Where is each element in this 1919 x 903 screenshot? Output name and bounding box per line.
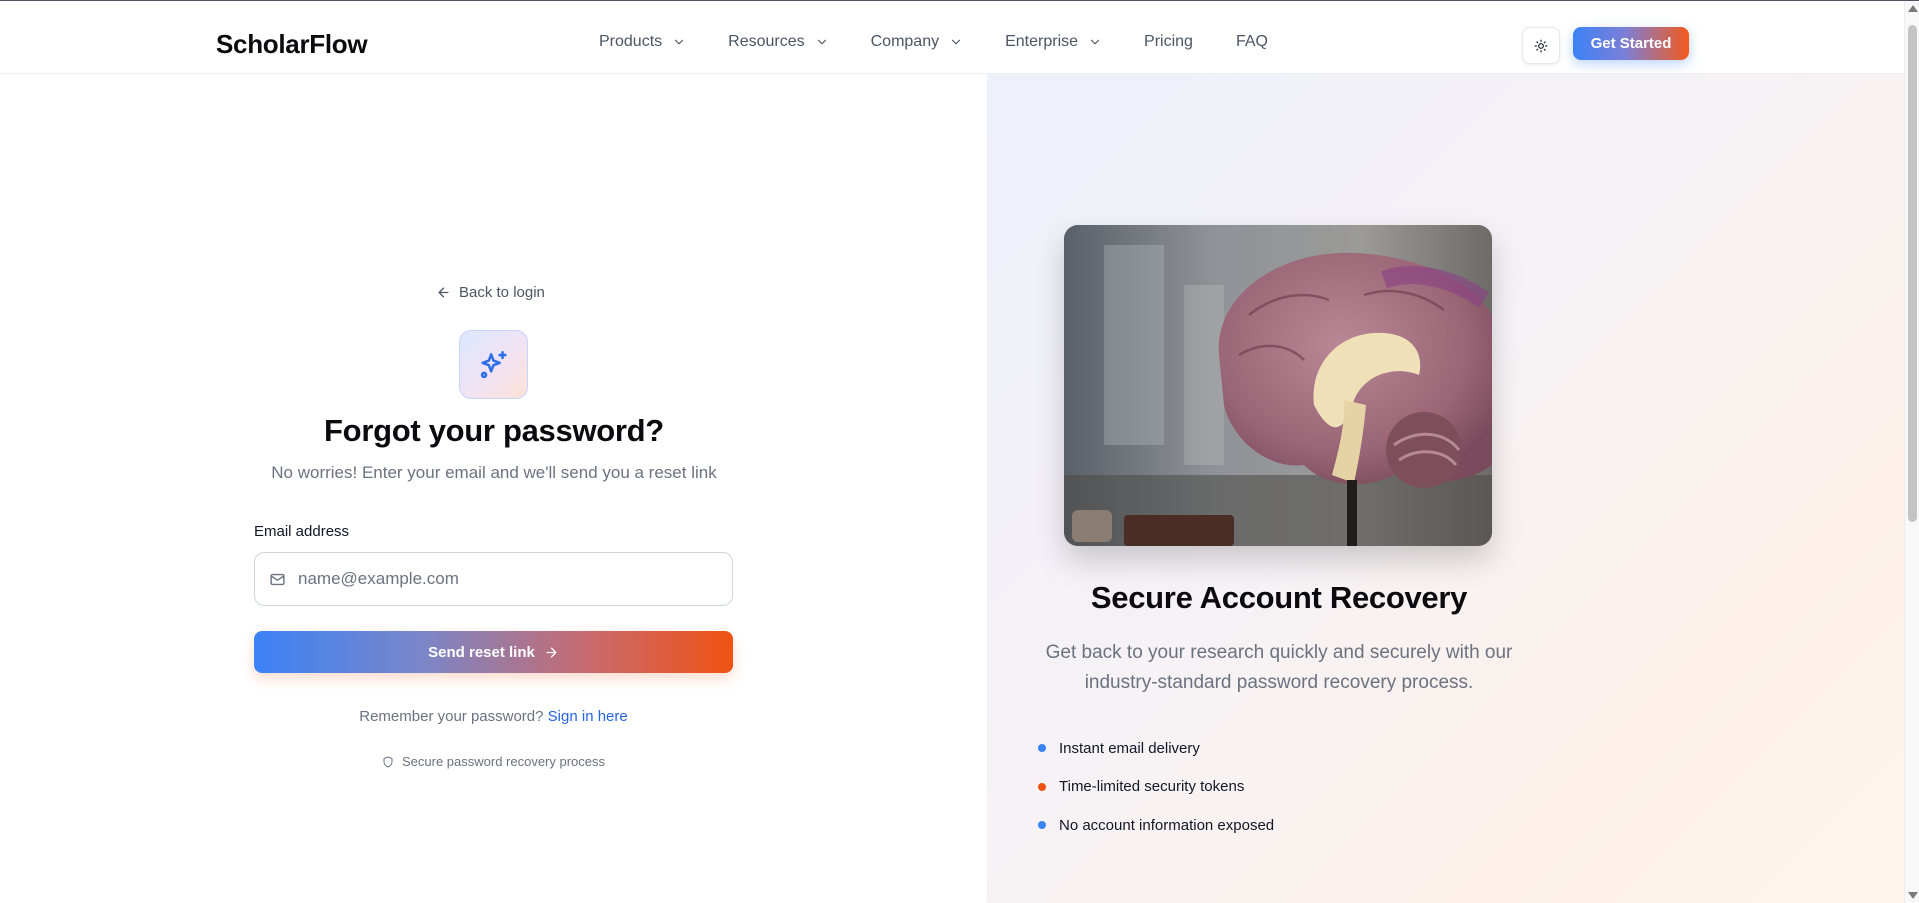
chevron-down-icon <box>1090 39 1100 45</box>
site-header: ScholarFlow Products Resources Company E… <box>0 1 1904 74</box>
remember-password-text: Remember your password? Sign in here <box>254 708 733 725</box>
nav-item-label: Resources <box>728 33 805 50</box>
hero-description: Get back to your research quickly and se… <box>1045 642 1513 693</box>
bullet-dot <box>1038 744 1046 753</box>
list-item: Time-limited security tokens <box>1038 768 1274 807</box>
feature-label: No account information exposed <box>1059 816 1275 834</box>
nav-item-faq[interactable]: FAQ <box>1236 33 1268 51</box>
arrow-left-icon <box>438 287 449 298</box>
nav-item-label: FAQ <box>1235 33 1268 50</box>
reset-form-panel: Back to login Forgot your password? No w… <box>0 74 987 903</box>
scroll-thumb[interactable] <box>1908 25 1917 522</box>
send-reset-link-label: Send reset link <box>428 643 535 661</box>
get-started-button[interactable]: Get Started <box>1573 27 1689 60</box>
main-nav: Products Resources Company Enterprise Pr… <box>599 33 1311 51</box>
scroll-up-arrow-icon[interactable] <box>1908 5 1918 12</box>
nav-item-enterprise[interactable]: Enterprise <box>1005 33 1102 51</box>
send-reset-link-button[interactable]: Send reset link <box>254 631 733 673</box>
feature-label: Time-limited security tokens <box>1059 778 1245 796</box>
nav-item-pricing[interactable]: Pricing <box>1144 33 1193 51</box>
nav-item-products[interactable]: Products <box>599 33 686 51</box>
chevron-down-icon <box>817 39 826 45</box>
nav-item-label: Pricing <box>1144 33 1193 50</box>
nav-item-resources[interactable]: Resources <box>728 33 828 51</box>
list-item: No account information exposed <box>1038 806 1274 845</box>
nav-item-label: Products <box>599 33 663 50</box>
email-field[interactable] <box>254 552 733 606</box>
nav-item-company[interactable]: Company <box>871 33 963 51</box>
back-to-login-link[interactable]: Back to login <box>436 284 545 301</box>
mail-icon <box>270 573 285 585</box>
brain-model-illustration <box>1064 225 1492 546</box>
remember-password-label: Remember your password? <box>359 708 544 725</box>
back-to-login-label: Back to login <box>459 284 545 301</box>
hero-title: Secure Account Recovery <box>1090 580 1468 615</box>
page-subtitle: No worries! Enter your email and we'll s… <box>271 463 717 482</box>
arrow-right-icon <box>546 647 557 657</box>
chevron-down-icon <box>675 39 684 45</box>
secure-note-label: Secure password recovery process <box>401 754 606 769</box>
hero-panel: Secure Account Recovery Get back to your… <box>987 74 1904 903</box>
list-item: Instant email delivery <box>1038 729 1274 768</box>
bullet-dot <box>1038 821 1046 830</box>
logo[interactable]: ScholarFlow <box>216 29 368 60</box>
sparkles-badge <box>459 330 528 399</box>
feature-label: Instant email delivery <box>1059 739 1200 757</box>
email-input[interactable] <box>298 569 698 589</box>
shield-icon <box>383 756 393 767</box>
brain-model-image <box>1064 225 1492 546</box>
sign-in-link[interactable]: Sign in here <box>548 708 628 725</box>
chevron-down-icon <box>952 39 961 45</box>
page-title: Forgot your password? <box>324 413 664 448</box>
nav-item-label: Enterprise <box>1005 33 1079 50</box>
nav-item-label: Company <box>870 33 940 50</box>
theme-toggle-button[interactable] <box>1522 27 1560 64</box>
sun-icon <box>1534 39 1548 52</box>
forgot-password-page: ScholarFlow Products Resources Company E… <box>0 1 1904 903</box>
feature-list: Instant email delivery Time-limited secu… <box>1038 729 1274 845</box>
page-scrollbar[interactable] <box>1904 1 1919 903</box>
secure-note: Secure password recovery process <box>254 754 733 769</box>
bullet-dot <box>1038 782 1046 791</box>
email-label: Email address <box>254 523 350 540</box>
sparkles-icon <box>480 350 507 378</box>
scroll-down-arrow-icon[interactable] <box>1908 892 1918 899</box>
